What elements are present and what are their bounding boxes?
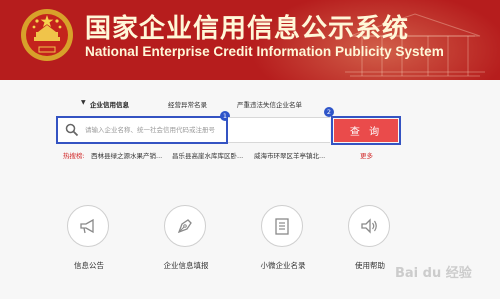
- national-emblem-icon: [21, 9, 73, 61]
- active-tab-arrow-icon: ▼: [81, 99, 86, 106]
- service-icon-circle: [348, 205, 390, 247]
- service-help[interactable]: 使用帮助: [340, 205, 400, 285]
- tab-serious-violation-list[interactable]: 严重违法失信企业名单: [237, 99, 302, 109]
- hot-search-label: 热搜榜:: [63, 152, 85, 160]
- hot-search-item[interactable]: 威海市环翠区羊亭镇北...: [254, 150, 325, 160]
- hot-search-item[interactable]: 昌乐县高崖水库库区卧...: [172, 150, 243, 160]
- baidu-watermark: Bai du 经验: [395, 266, 472, 281]
- service-info-announcement[interactable]: 信息公告: [59, 205, 119, 285]
- pen-nib-icon: [177, 219, 192, 234]
- service-label: 企业信息填报: [163, 261, 209, 270]
- search-box: [56, 116, 228, 144]
- service-icon-circle: [164, 205, 206, 247]
- service-label: 信息公告: [74, 261, 104, 270]
- search-input-extension[interactable]: [228, 117, 330, 143]
- hot-search-more-link[interactable]: 更多: [360, 150, 373, 160]
- document-list-icon: [275, 218, 289, 235]
- service-label: 小微企业名录: [260, 261, 306, 270]
- service-enterprise-info-report[interactable]: 企业信息填报: [156, 205, 216, 285]
- hot-search-item[interactable]: 西林县绿之源水果产销...: [91, 150, 162, 160]
- service-icon-circle: [261, 205, 303, 247]
- search-button[interactable]: 查 询: [334, 119, 398, 142]
- search-icon: [65, 123, 79, 137]
- tab-abnormal-operation-list[interactable]: 经营异常名录: [168, 99, 207, 109]
- megaphone-icon: [80, 218, 94, 234]
- header-banner: 国家企业信用信息公示系统 National Enterprise Credit …: [0, 0, 500, 80]
- service-small-enterprise-list[interactable]: 小微企业名录: [253, 205, 313, 285]
- search-input[interactable]: [85, 118, 225, 142]
- service-icon-circle: [67, 205, 109, 247]
- speaker-icon: [361, 218, 377, 234]
- site-title-chinese: 国家企业信用信息公示系统: [85, 14, 410, 44]
- tab-enterprise-credit-info[interactable]: 企业信用信息: [90, 99, 129, 109]
- site-title-english: National Enterprise Credit Information P…: [85, 44, 444, 59]
